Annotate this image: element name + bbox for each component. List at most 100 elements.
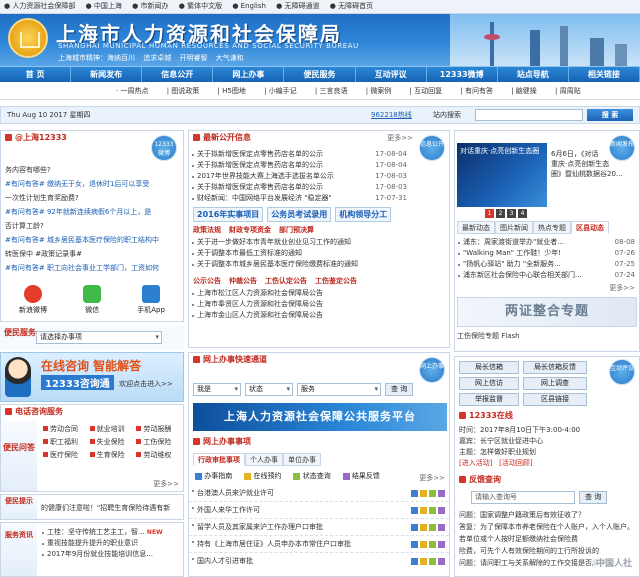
top-link[interactable]: ● 人力资源社会保障部 (4, 2, 79, 10)
faq-item[interactable]: 就业培训 (88, 423, 135, 435)
subnav-item[interactable]: | 有问有答 (460, 87, 501, 95)
policy-item[interactable]: 关于调整本市城乡居民基本医疗保险缴费标准的通知 (189, 259, 449, 270)
online-survey-button[interactable]: 网上调查 (523, 377, 587, 390)
slide-page[interactable]: 1 (485, 209, 494, 218)
faq-item[interactable]: 工伤保险 (134, 436, 181, 448)
nav-info[interactable]: 信息公开 (142, 67, 214, 82)
weibo-post[interactable]: 一次性计划生育奖励费? (5, 191, 179, 205)
nav-interact[interactable]: 互动评议 (356, 67, 427, 82)
faq-item[interactable]: 失业保险 (88, 436, 135, 448)
feedback-line[interactable]: 问题：国家调整户籍政策后有效征收了？ (459, 509, 637, 521)
nav-service[interactable]: 便民服务 (284, 67, 356, 82)
subnav-item[interactable]: | 小编手记 (264, 87, 305, 95)
online-items-more-link[interactable]: 更多>> (419, 473, 445, 483)
gov-item[interactable]: 关于拟新增医保定点零售药店名单的公示 17-08-04 (189, 149, 411, 160)
online-item-row[interactable]: 外国人来华工作许可 (189, 502, 449, 519)
subnav-item[interactable]: | H5图地 (218, 87, 254, 95)
feedback-query-button[interactable]: 查 询 (579, 491, 608, 504)
news-slide-text[interactable]: 6月6日，《对话 重庆·点亮创新生态 圈》暨仙桃数据谷20... (551, 149, 627, 179)
director-mailbox-button[interactable]: 局长信箱 (459, 361, 519, 374)
online-consult-banner[interactable]: 在线咨询 智能解答 12333咨询通 欢迎点击进入>> (0, 352, 184, 402)
gov-item[interactable]: 关于拟新增医保定点零售药店名单的公示 17-08-03 (189, 182, 411, 193)
gov-item[interactable]: 财经新闻：中国网络平台发展经济 "稳定器" 17-07-31 (189, 193, 411, 204)
service-news-item[interactable]: 工桂：坚守传统工艺主工，智... NEW (39, 527, 183, 538)
slide-page[interactable]: 4 (518, 209, 527, 218)
weibo-post[interactable]: #有问有答# 92年就新连续病假6个月以上，是 (5, 205, 179, 219)
tab-dept-budget[interactable]: 部门预决算 (279, 225, 314, 235)
tab-photo-news[interactable]: 图片新闻 (495, 221, 533, 234)
subnav-item[interactable]: | 互动回复 (410, 87, 451, 95)
subnav-item[interactable]: | 三言良语 (315, 87, 356, 95)
top-link[interactable]: ● 无障碍通道 (276, 2, 323, 10)
gov-item[interactable]: 关于拟新增医保定点零售药店名单的公示 17-08-04 (189, 160, 411, 171)
online-item-row[interactable]: 留学人员及其家属来沪工作办理户口审批 (189, 519, 449, 536)
faq-item[interactable]: 劳动维权 (134, 449, 181, 461)
online-item-row[interactable]: 持有《上海市居住证》人员申办本市常住户口审批 (189, 536, 449, 553)
sina-weibo-link[interactable]: 新浪微博 (19, 285, 47, 315)
top-link[interactable]: ● 中国上海 (86, 2, 126, 10)
feedback-query-input[interactable]: 请输入查询号 (471, 491, 575, 504)
online-services-badge[interactable]: 网上办事 (419, 357, 445, 383)
nav-home[interactable]: 首 页 (0, 67, 72, 82)
weibo-post[interactable]: #有问有答# 城乡居民基本医疗保险的职工结构中 (5, 233, 179, 247)
tab-injury-cert[interactable]: 工伤认定公告 (265, 276, 307, 286)
service-type-select[interactable]: 服务 (297, 383, 381, 396)
identity-select[interactable]: 我是 (193, 383, 241, 396)
top-link[interactable]: ● 无障碍首页 (330, 2, 377, 10)
weibo-post[interactable]: #有问有答# 缴纳无于女，退休时1后可以享受 (5, 177, 179, 191)
policy-item[interactable]: 关于调整本市最低工资标准的通知 (189, 248, 449, 259)
nav-links[interactable]: 相关链接 (569, 67, 640, 82)
tab-notice[interactable]: 公示公告 (193, 276, 221, 286)
weibo-post[interactable]: 转医保中 #政策记录事# (5, 247, 179, 261)
tab-injury-eval[interactable]: 工伤鉴定公告 (315, 276, 357, 286)
tip-text[interactable]: 的健康们注意啦！"招聘生育保险待遇有新 (41, 503, 181, 513)
chat-review-link[interactable]: [活动回顾] (499, 459, 532, 467)
quick-query-button[interactable]: 查 询 (385, 383, 414, 396)
subnav-item[interactable]: | 图说政策 (167, 87, 208, 95)
online-item-row[interactable]: 台港澳人员来沪就业许可 (189, 485, 449, 502)
service-select[interactable]: 请选择办事项 (36, 331, 162, 344)
news-item[interactable]: "扬帆心驿站" 助力 "全新服务... 07-25 (455, 259, 639, 270)
online-item-row[interactable]: 国内人才引进审批 (189, 553, 449, 570)
news-item[interactable]: 浦东：周家渡街道举办"就业者... 08-08 (455, 237, 639, 248)
news-slide-image[interactable]: 对话重庆·点亮创新生态圈 (457, 143, 547, 207)
news-item[interactable]: "Walking Man" 工作鞋！少年! 07-26 (455, 248, 639, 259)
wechat-link[interactable]: 微信 (83, 285, 102, 315)
news-item[interactable]: 浦东新区社会保险中心联合相关部门... 07-24 (455, 270, 639, 281)
tab-company[interactable]: 单位办事 (283, 453, 321, 466)
public-service-platform-banner[interactable]: 上海人力资源社会保障公共服务平台 (193, 403, 447, 431)
gov-item[interactable]: 2017年世界技能大赛上海选手选拔名单公示 17-08-03 (189, 171, 411, 182)
nav-online[interactable]: 网上办事 (213, 67, 285, 82)
service-news-item[interactable]: 2017年9月份就业技能培训信息... (39, 549, 183, 560)
tab-budget[interactable]: 财政专项资金 (229, 225, 271, 235)
notice-item[interactable]: 上海市金山区人力资源和社会保障局公告 (189, 310, 449, 321)
news-more-link[interactable]: 更多>> (609, 283, 635, 293)
slide-page[interactable]: 2 (496, 209, 505, 218)
nav-news[interactable]: 新闻发布 (71, 67, 143, 82)
nav-weibo[interactable]: 12333微博 (427, 67, 498, 82)
interaction-badge[interactable]: 互动评议 (609, 359, 635, 385)
mailbox-feedback-button[interactable]: 局长信箱反馈 (523, 361, 587, 374)
tab-policy[interactable]: 政策法规 (193, 225, 221, 235)
tab-approval[interactable]: 行政审批事项 (193, 453, 245, 466)
weibo-post[interactable]: #有问有答# 职工向社会事业工学部门，工资如何 (5, 261, 179, 275)
faq-more-link[interactable]: 更多>> (153, 479, 179, 489)
notice-item[interactable]: 上海市松江区人力资源和社会保障局公告 (189, 288, 449, 299)
site-search-input[interactable] (475, 109, 583, 121)
notice-item[interactable]: 上海市奉贤区人力资源和社会保障局公告 (189, 299, 449, 310)
hotline-link[interactable]: 962218热线 (371, 107, 412, 123)
online-petition-button[interactable]: 网上信访 (459, 377, 519, 390)
district-links-button[interactable]: 区县链接 (523, 393, 587, 406)
consult-enter-link[interactable]: 欢迎点击进入>> (119, 379, 173, 389)
topic-banner[interactable]: 机构领导分工 (335, 207, 392, 222)
faq-item[interactable]: 生育保险 (88, 449, 135, 461)
tab-district[interactable]: 区县动态 (571, 221, 609, 234)
faq-item[interactable]: 医疗保险 (41, 449, 88, 461)
status-select[interactable]: 状态 (245, 383, 293, 396)
mobile-app-link[interactable]: 手机App (137, 285, 165, 315)
slide-page[interactable]: 3 (507, 209, 516, 218)
top-link[interactable]: ● 市新闻办 (132, 2, 172, 10)
nav-sitemap[interactable]: 站点导航 (498, 67, 569, 82)
weibo-post[interactable]: 务内容有哪些? (5, 163, 179, 177)
chat-enter-link[interactable]: [进入活动] (459, 459, 492, 467)
